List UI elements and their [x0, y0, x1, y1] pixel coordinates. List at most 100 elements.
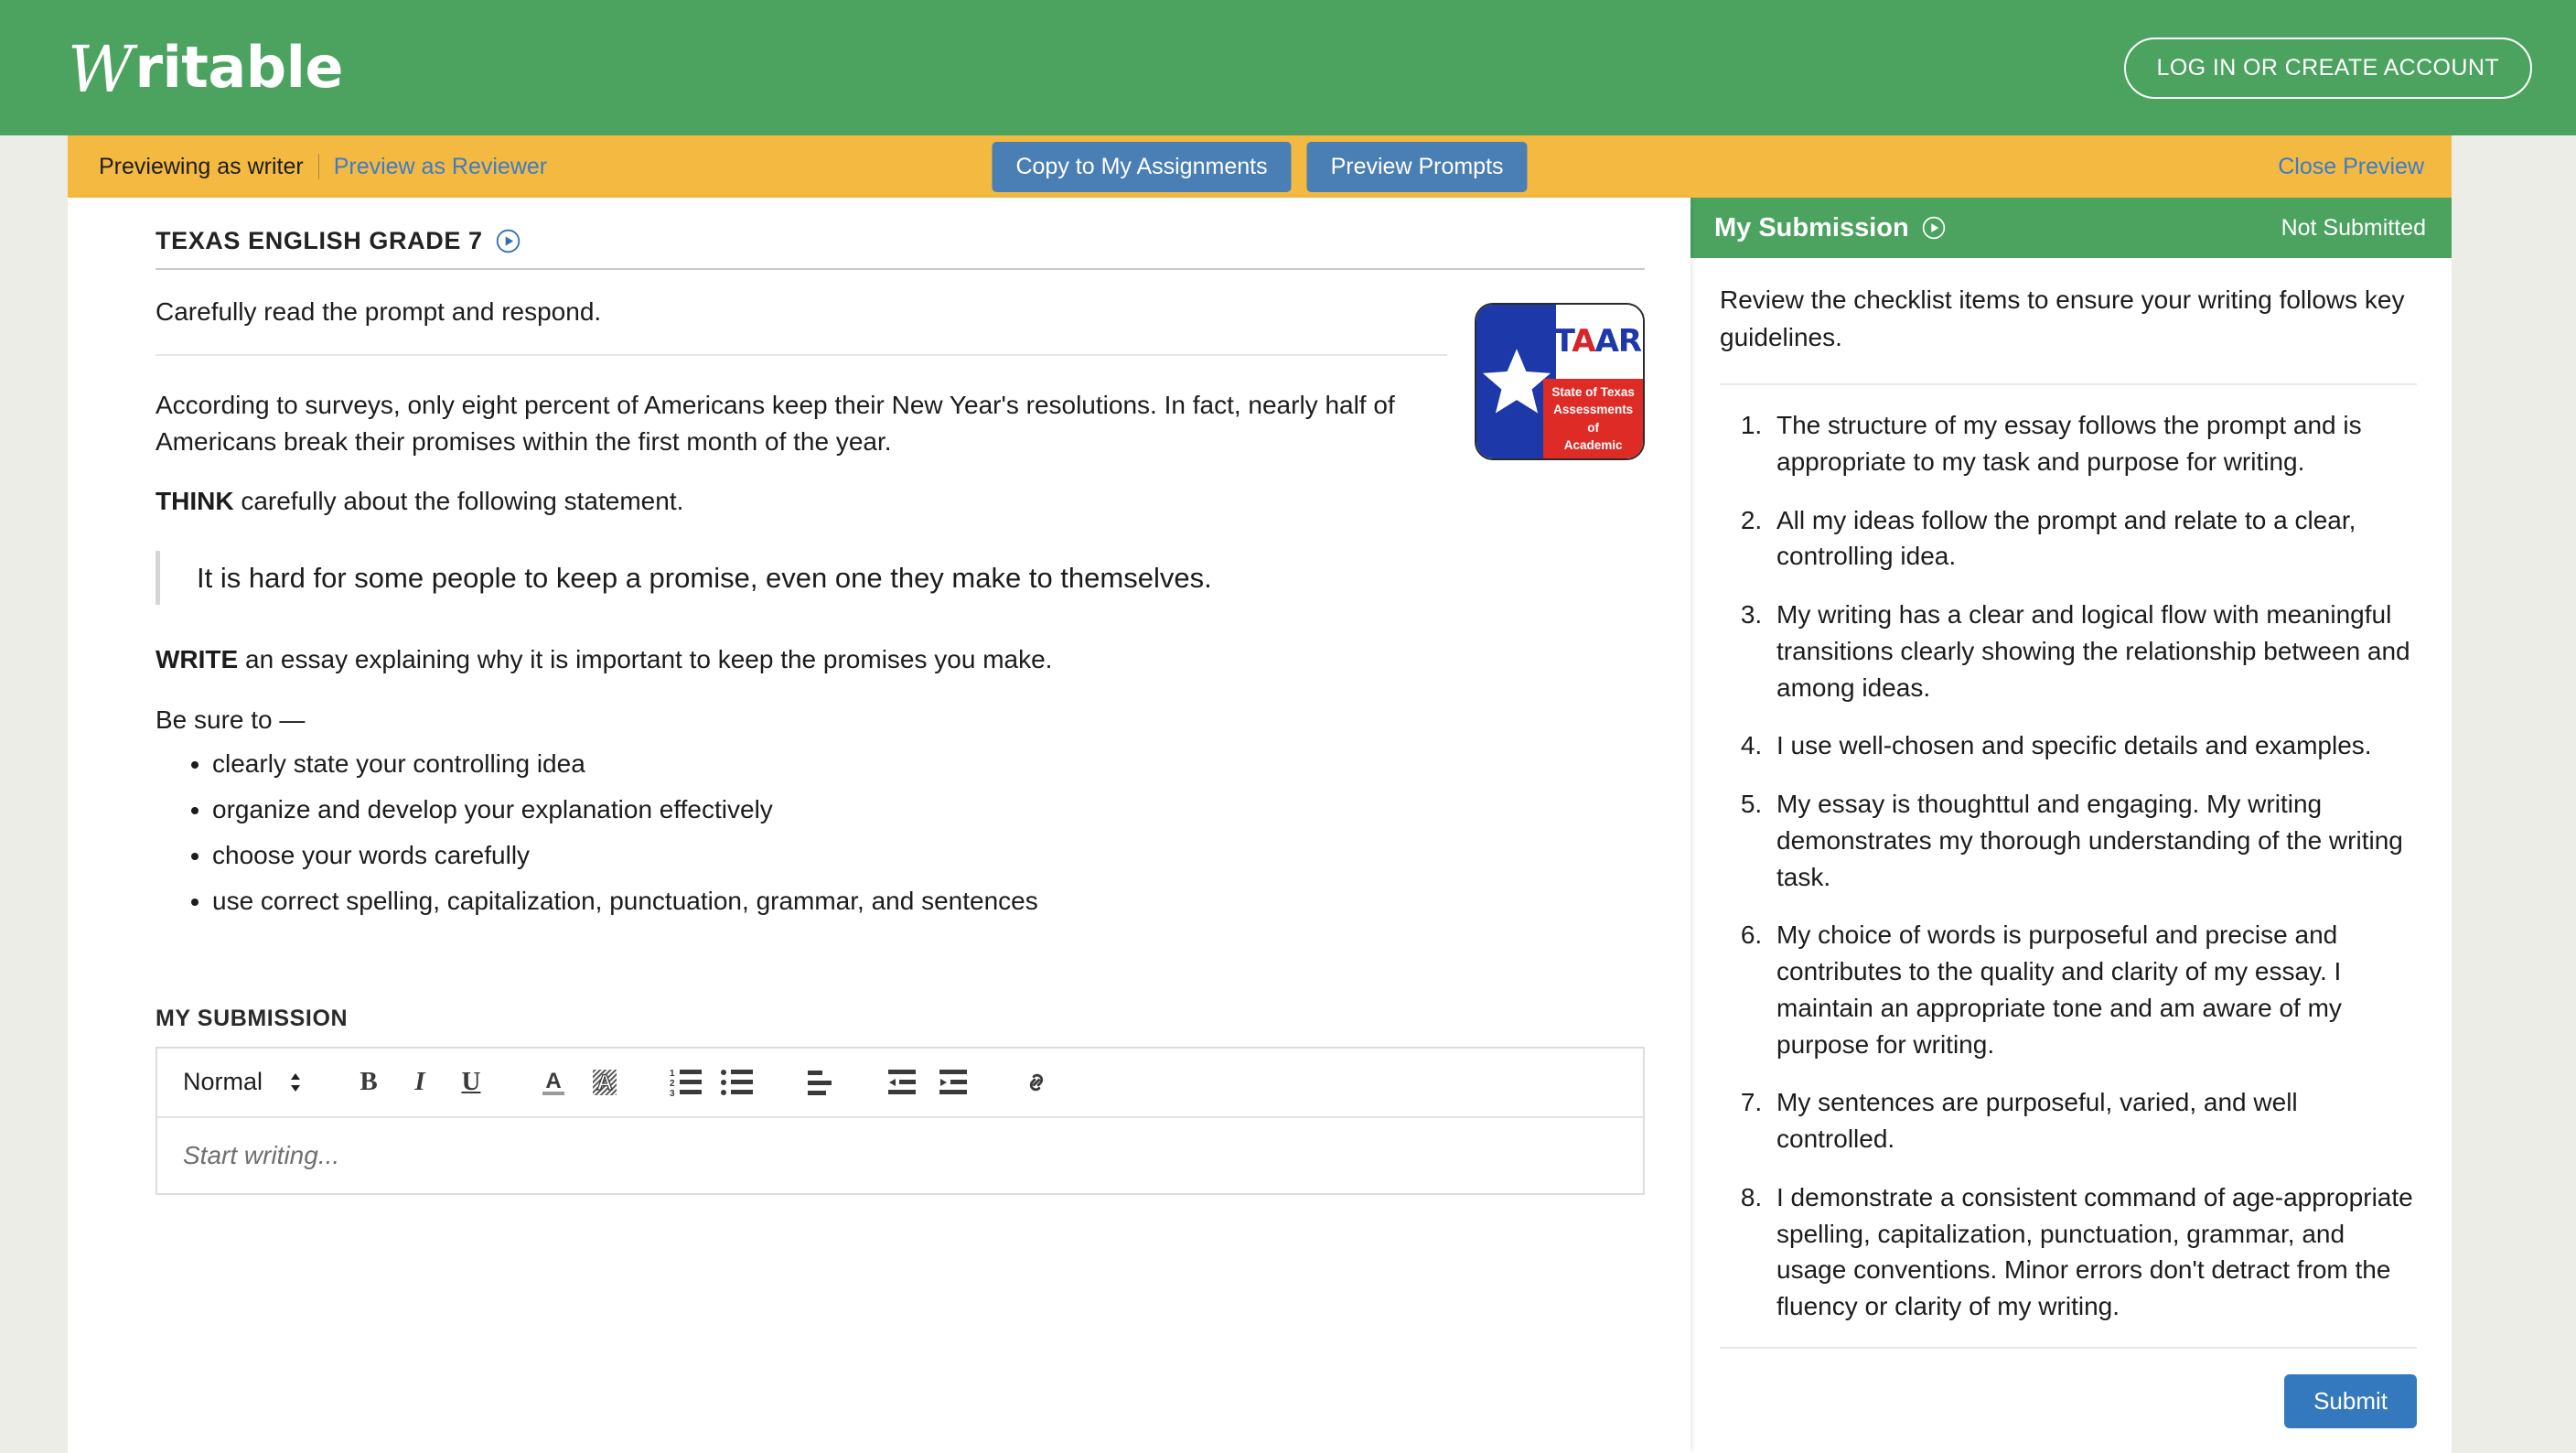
preview-mode-bar: Previewing as writer Preview as Reviewer… — [68, 135, 2452, 198]
staar-logo-tagline: State of Texas Assessments of Academic R… — [1543, 378, 1643, 458]
staar-logo: STAAR State of Texas Assessments of Acad… — [1475, 303, 1645, 460]
checklist-items: The structure of my essay follows the pr… — [1720, 407, 2417, 1325]
text-style-group: B I U — [343, 1057, 497, 1108]
bullet-list-button[interactable] — [713, 1057, 764, 1108]
highlight-icon: A — [593, 1069, 617, 1095]
highlight-color-button[interactable]: A — [579, 1057, 630, 1108]
preview-prompts-button[interactable]: Preview Prompts — [1306, 141, 1528, 192]
think-directive: THINK carefully about the following stat… — [156, 483, 1447, 520]
underline-button[interactable]: U — [445, 1057, 497, 1108]
list-item: I demonstrate a consistent command of ag… — [1769, 1179, 2417, 1325]
copy-to-my-assignments-button[interactable]: Copy to My Assignments — [992, 141, 1292, 192]
prompt-section: Carefully read the prompt and respond. A… — [156, 294, 1645, 934]
align-button[interactable] — [795, 1057, 846, 1108]
prompt-statement-quote: It is hard for some people to keep a pro… — [156, 551, 1447, 606]
prompt-instruction: Carefully read the prompt and respond. — [156, 297, 602, 326]
my-submission-label: MY SUBMISSION — [156, 1005, 349, 1031]
ordered-list-icon: 1 2 3 — [670, 1069, 703, 1098]
text-color-icon: A — [542, 1069, 565, 1095]
list-item: clearly state your controlling idea — [212, 750, 1447, 777]
checklist-body: Review the checklist items to ensure you… — [1690, 258, 2452, 1349]
svg-text:1: 1 — [670, 1069, 675, 1079]
login-or-create-account-button[interactable]: LOG IN OR CREATE ACCOUNT — [2123, 37, 2532, 99]
prompt-paragraph: According to surveys, only eight percent… — [156, 390, 1395, 456]
list-item: I use well-chosen and specific details a… — [1769, 727, 2417, 764]
submission-checklist-pane: My Submission Not Submitted Review the c… — [1690, 198, 2452, 1453]
staar-logo-right-panel: STAAR State of Texas Assessments of Acad… — [1532, 305, 1643, 458]
main-content: TEXAS ENGLISH GRADE 7 Carefully read the… — [68, 198, 2452, 1453]
link-group — [1011, 1057, 1062, 1108]
format-style-value: Normal — [183, 1068, 263, 1096]
outdent-button[interactable] — [877, 1057, 928, 1108]
submission-panel-header: My Submission Not Submitted — [1690, 198, 2452, 258]
assignment-pane: TEXAS ENGLISH GRADE 7 Carefully read the… — [68, 198, 1690, 1453]
svg-text:A: A — [596, 1071, 612, 1095]
staar-tagline-line1: State of Texas — [1551, 384, 1635, 399]
submission-panel-title-group: My Submission — [1714, 213, 1946, 243]
logo-text: ritable — [134, 34, 343, 101]
close-preview-link[interactable]: Close Preview — [2278, 154, 2424, 179]
write-directive-rest: an essay explaining why it is important … — [238, 645, 1053, 674]
staar-a-red: A — [1572, 323, 1595, 361]
staar-tagline-line3: Academic Readiness — [1562, 438, 1625, 458]
submission-text-input[interactable]: Start writing... — [157, 1118, 1643, 1193]
bullet-list-icon — [721, 1069, 754, 1095]
submit-row: Submit — [1690, 1349, 2452, 1428]
write-keyword: WRITE — [156, 645, 239, 674]
submission-panel-title: My Submission — [1714, 212, 1909, 242]
play-audio-icon[interactable] — [1922, 216, 1946, 240]
close-preview-group: Close Preview — [2278, 154, 2424, 180]
preview-as-reviewer-link[interactable]: Preview as Reviewer — [334, 154, 547, 180]
list-item: use correct spelling, capitalization, pu… — [212, 888, 1447, 914]
checklist-intro: Review the checklist items to ensure you… — [1720, 285, 2405, 351]
preview-actions-group: Copy to My Assignments Preview Prompts — [992, 141, 1528, 192]
app-header: Writable LOG IN OR CREATE ACCOUNT — [0, 0, 2576, 135]
svg-text:2: 2 — [670, 1079, 675, 1089]
indent-icon — [939, 1069, 968, 1094]
requirements-list: clearly state your controlling idea orga… — [156, 750, 1447, 914]
staar-wordmark: STAAR — [1532, 323, 1642, 361]
format-style-dropdown[interactable]: Normal — [183, 1068, 303, 1096]
logo-w-glyph: W — [68, 32, 134, 107]
align-left-icon — [808, 1070, 832, 1095]
outdent-icon — [888, 1069, 917, 1094]
text-color-button[interactable]: A — [528, 1057, 579, 1108]
staar-tagline-line2: Assessments of — [1553, 403, 1634, 435]
editor-placeholder: Start writing... — [183, 1140, 340, 1169]
list-item: My essay is thoughttul and engaging. My … — [1769, 786, 2417, 895]
page-title: TEXAS ENGLISH GRADE 7 — [156, 227, 1645, 255]
editor-toolbar: Normal B I U A A 1 2 3 — [157, 1049, 1643, 1118]
submit-button[interactable]: Submit — [2284, 1373, 2417, 1428]
think-keyword: THINK — [156, 487, 234, 516]
link-icon — [1029, 1073, 1044, 1092]
chevron-updown-icon — [291, 1072, 301, 1092]
staar-ar: AR — [1594, 323, 1642, 361]
list-item: organize and develop your explanation ef… — [212, 796, 1447, 823]
be-sure-to-label: Be sure to — — [156, 705, 306, 735]
indent-group — [877, 1057, 980, 1108]
think-directive-rest: carefully about the following statement. — [233, 487, 684, 516]
list-item: choose your words carefully — [212, 842, 1447, 868]
list-item: My sentences are purposeful, varied, and… — [1769, 1084, 2417, 1157]
list-item: The structure of my essay follows the pr… — [1769, 407, 2417, 480]
writable-logo: Writable — [68, 32, 343, 107]
list-item: My choice of words is purposeful and pre… — [1769, 917, 2417, 1062]
prompt-text-column: Carefully read the prompt and respond. A… — [156, 294, 1475, 934]
list-group: 1 2 3 — [661, 1057, 764, 1108]
svg-text:A: A — [545, 1069, 561, 1093]
italic-button[interactable]: I — [394, 1057, 445, 1108]
ordered-list-button[interactable]: 1 2 3 — [661, 1057, 713, 1108]
course-title-label: TEXAS ENGLISH GRADE 7 — [156, 227, 483, 254]
align-group — [795, 1057, 846, 1108]
insert-link-button[interactable] — [1011, 1057, 1062, 1108]
checklist-divider — [1720, 383, 2417, 386]
list-item: My writing has a clear and logical flow … — [1769, 597, 2417, 705]
list-item: All my ideas follow the prompt and relat… — [1769, 502, 2417, 576]
indent-button[interactable] — [928, 1057, 980, 1108]
write-directive: WRITE an essay explaining why it is impo… — [156, 641, 1447, 678]
previewing-as-writer-label: Previewing as writer — [99, 153, 304, 179]
play-audio-icon[interactable] — [496, 229, 521, 253]
bold-button[interactable]: B — [343, 1057, 394, 1108]
staar-st: ST — [1532, 323, 1572, 361]
instruction-divider — [156, 353, 1447, 356]
